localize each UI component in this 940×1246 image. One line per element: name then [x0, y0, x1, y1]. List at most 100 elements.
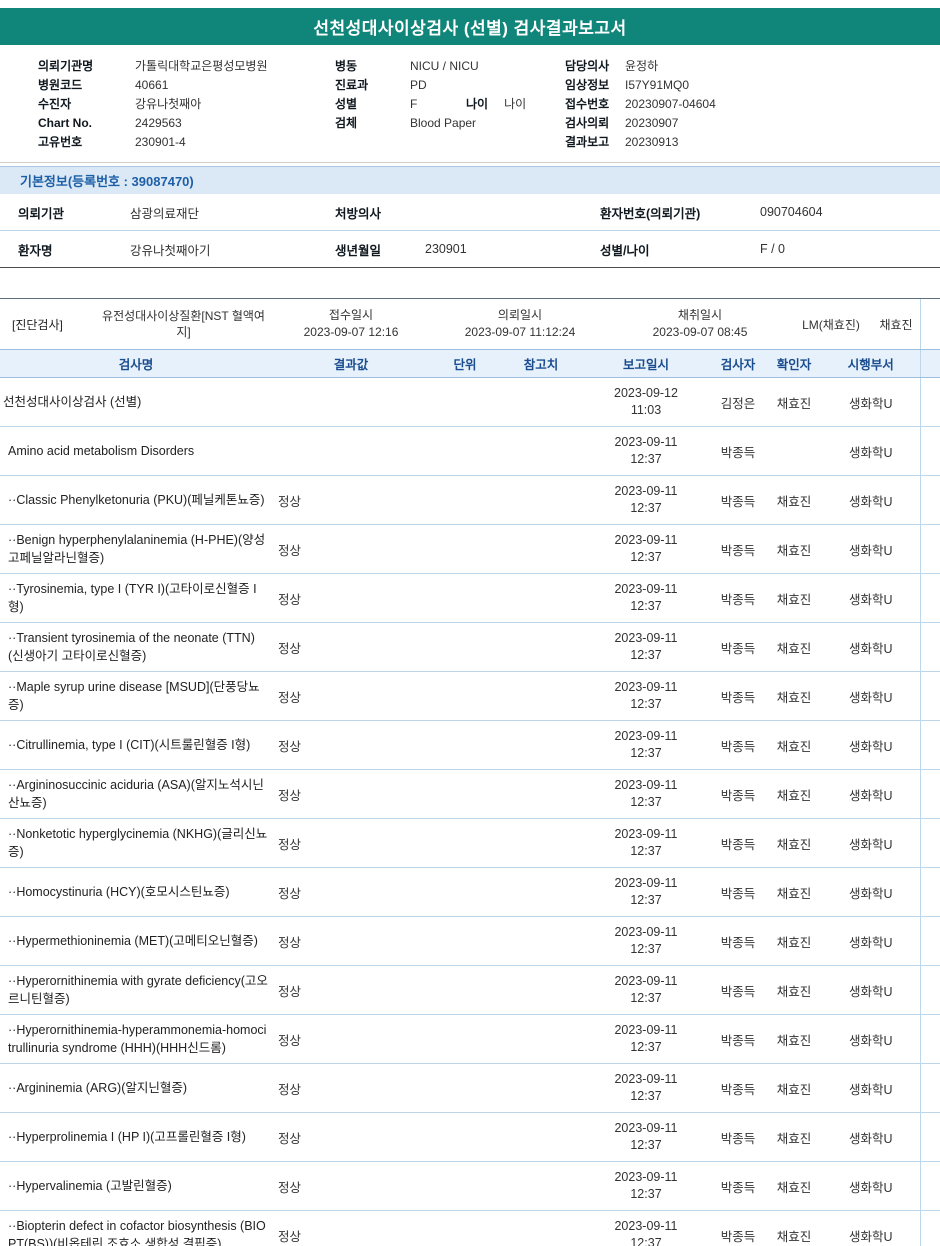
form-cell — [919, 769, 940, 819]
test-name-cell: ··Argininemia (ARG)(알지닌혈증) — [0, 1063, 272, 1113]
info-field-label: 접수번호 — [565, 97, 610, 111]
unit-cell — [430, 769, 500, 819]
unit-cell — [430, 1161, 500, 1211]
form-cell — [919, 1112, 940, 1162]
patient-info-table: 의뢰기관 삼광의료재단 처방의사 환자번호(의뢰기관) 090704604 환자… — [0, 194, 940, 268]
patient-info-row: 의뢰기관 삼광의료재단 처방의사 환자번호(의뢰기관) 090704604 — [0, 194, 940, 231]
info-field-value-2: 나이 — [504, 97, 527, 111]
info-field-value: F — [410, 97, 418, 111]
exam-time-cell: 채취일시 2023-09-07 08:45 — [610, 307, 790, 341]
col-header-confirmer: 확인자 — [766, 349, 822, 378]
report-datetime: 2023-09-12 11:03 — [614, 386, 678, 417]
col-header-unit: 단위 — [430, 349, 500, 378]
results-row: ··Maple syrup urine disease [MSUD](단풍당뇨증… — [0, 671, 940, 721]
results-row: ··Nonketotic hyperglycinemia (NKHG)(글리신뇨… — [0, 818, 940, 868]
form-cell — [919, 524, 940, 574]
results-header-row: 검사명 결과값 단위 참고치 보고일시 검사자 확인자 시행부서 서식 — [0, 349, 940, 378]
department-cell: 생화학U — [822, 1210, 920, 1246]
reference-range-cell — [500, 818, 582, 868]
test-name-cell: ··Citrullinemia, type I (CIT)(시트룰린혈증 I형) — [0, 720, 272, 770]
info-field-label: 성별 — [335, 97, 358, 111]
form-cell — [919, 867, 940, 917]
report-datetime-cell: 2023-09-12 11:03 — [582, 377, 710, 427]
test-name-cell: ··Tyrosinemia, type I (TYR I)(고타이로신혈증 I형… — [0, 573, 272, 623]
info-field-label: 수진자 — [38, 97, 72, 111]
report-datetime: 2023-09-11 12:37 — [614, 827, 678, 858]
tester-cell: 박종득 — [710, 1014, 766, 1064]
info-field-row: 결과보고 20230913 — [565, 133, 940, 152]
result-value-cell: 정상 — [272, 1161, 430, 1211]
test-name-cell: ··Nonketotic hyperglycinemia (NKHG)(글리신뇨… — [0, 818, 272, 868]
info-field-value: 20230907 — [625, 116, 679, 130]
result-value-cell — [272, 426, 430, 476]
department-cell: 생화학U — [822, 622, 920, 672]
form-cell — [919, 720, 940, 770]
tester-cell: 김정은 — [710, 377, 766, 427]
results-body: 선천성대사이상검사 (선별) 2023-09-12 11:03 김정은 채효진 … — [0, 377, 940, 1246]
department-cell: 생화학U — [822, 720, 920, 770]
department-cell: 생화학U — [822, 769, 920, 819]
info-field-value: 20230913 — [625, 135, 679, 149]
results-row: Amino acid metabolism Disorders 2023-09-… — [0, 426, 940, 476]
patient-field-value: 삼광의료재단 — [130, 206, 200, 221]
order-info-section: 의뢰기관명 가톨릭대학교은평성모병원 병원코드 40661 수진자 강유나첫째아 Ch… — [0, 45, 940, 160]
results-row: ··Transient tyrosinemia of the neonate (… — [0, 622, 940, 672]
report-datetime: 2023-09-11 12:37 — [614, 1023, 678, 1054]
form-cell — [919, 1161, 940, 1211]
department-cell: 생화학U — [822, 573, 920, 623]
col-header-report-datetime: 보고일시 — [582, 349, 710, 378]
confirmer-cell: 채효진 — [766, 1112, 822, 1162]
unit-cell — [430, 916, 500, 966]
reference-range-cell — [500, 867, 582, 917]
result-value-cell: 정상 — [272, 720, 430, 770]
report-datetime: 2023-09-11 12:37 — [614, 582, 678, 613]
exam-time-label: 접수일시 — [328, 308, 374, 322]
report-datetime-cell: 2023-09-11 12:37 — [582, 671, 710, 721]
order-info-col-left: 의뢰기관명 가톨릭대학교은평성모병원 병원코드 40661 수진자 강유나첫째아 Ch… — [38, 57, 335, 152]
results-row: ··Argininosuccinic aciduria (ASA)(알지노석시닌… — [0, 769, 940, 819]
exam-time-cell: 접수일시 2023-09-07 12:16 — [272, 307, 430, 341]
result-value-cell: 정상 — [272, 1210, 430, 1246]
tester-cell: 박종득 — [710, 720, 766, 770]
col-header-result: 결과값 — [272, 349, 430, 378]
confirmer-cell: 채효진 — [766, 1014, 822, 1064]
department-cell: 생화학U — [822, 1161, 920, 1211]
report-datetime: 2023-09-11 12:37 — [614, 925, 678, 956]
test-name-cell: ··Biopterin defect in cofactor biosynthe… — [0, 1210, 272, 1246]
col-header-test-name: 검사명 — [0, 349, 272, 378]
confirmer-cell: 채효진 — [766, 1161, 822, 1211]
exam-time-label: 의뢰일시 — [497, 308, 543, 322]
report-datetime: 2023-09-11 12:37 — [614, 876, 678, 907]
info-field-value: 가톨릭대학교은평성모병원 — [135, 59, 268, 73]
tester-cell: 박종득 — [710, 1112, 766, 1162]
report-datetime-cell: 2023-09-11 12:37 — [582, 720, 710, 770]
confirmer-cell — [766, 426, 822, 476]
exam-time-value: 2023-09-07 11:12:24 — [464, 325, 576, 339]
order-info-col-middle: 병동 NICU / NICU 진료과 PD 성별 F 나이 나이 검체 Blood Pape… — [335, 57, 565, 152]
department-cell: 생화학U — [822, 671, 920, 721]
report-datetime-cell: 2023-09-11 12:37 — [582, 818, 710, 868]
test-name-cell: Amino acid metabolism Disorders — [0, 426, 272, 476]
form-cell — [919, 1210, 940, 1246]
confirmer-cell: 채효진 — [766, 573, 822, 623]
info-field-row: 수진자 강유나첫째아 — [38, 95, 335, 114]
report-datetime: 2023-09-11 12:37 — [614, 484, 678, 515]
patient-field-label: 환자명 — [18, 243, 53, 258]
tester-cell: 박종득 — [710, 867, 766, 917]
department-cell: 생화학U — [822, 965, 920, 1015]
exam-collector: 채효진 — [879, 317, 913, 332]
exam-section: [진단검사] 유전성대사이상질환[NST 혈액여지] 접수일시 2023-09-… — [0, 298, 940, 349]
form-cell — [919, 573, 940, 623]
report-datetime-cell: 2023-09-11 12:37 — [582, 867, 710, 917]
report-page: 선천성대사이상검사 (선별) 검사결과보고서 의뢰기관명 가톨릭대학교은평성모병원… — [0, 0, 940, 1246]
result-value-cell: 정상 — [272, 1014, 430, 1064]
report-datetime-cell: 2023-09-11 12:37 — [582, 916, 710, 966]
info-field-row: 진료과 PD — [335, 76, 565, 95]
unit-cell — [430, 720, 500, 770]
info-field-row: 검체 Blood Paper — [335, 114, 565, 133]
results-row: ··Biopterin defect in cofactor biosynthe… — [0, 1210, 940, 1246]
unit-cell — [430, 965, 500, 1015]
report-datetime: 2023-09-11 12:37 — [614, 631, 678, 662]
confirmer-cell: 채효진 — [766, 671, 822, 721]
result-value-cell: 정상 — [272, 1063, 430, 1113]
